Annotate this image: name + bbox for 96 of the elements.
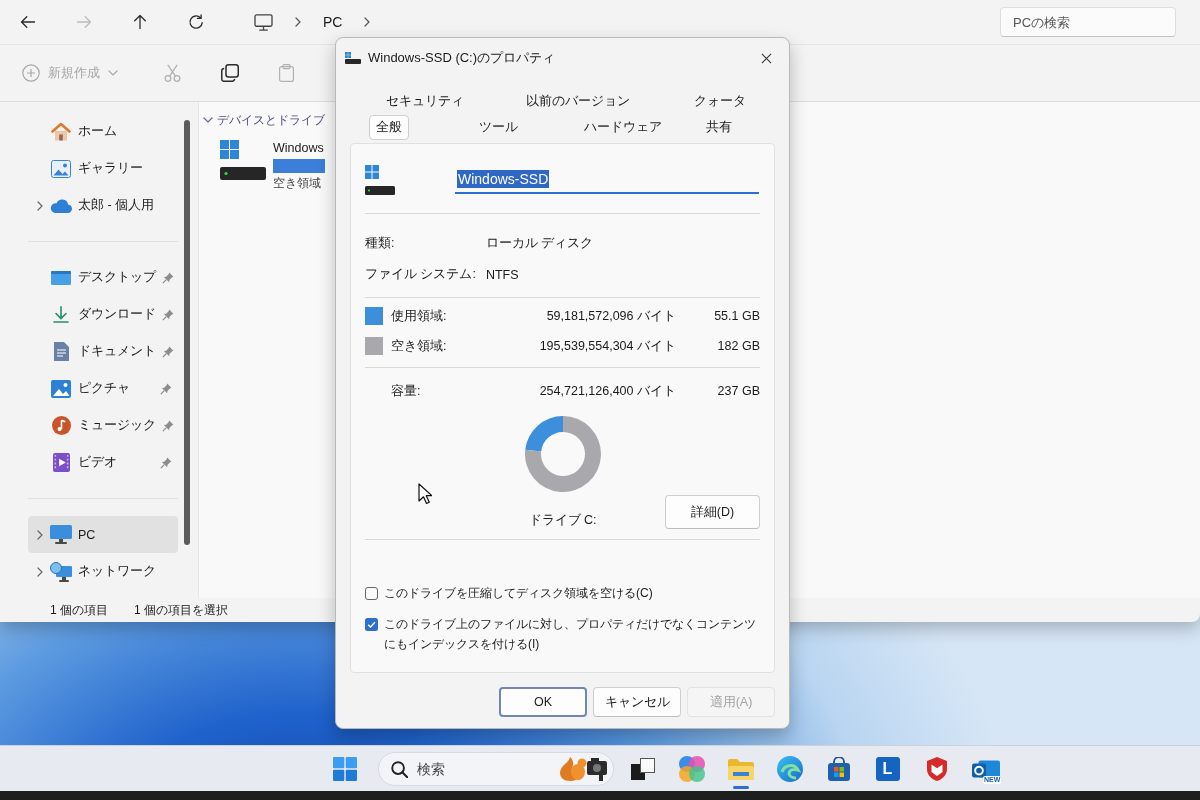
- sidebar-item[interactable]: ミュージック: [28, 407, 178, 444]
- chevron-down-icon: [108, 70, 118, 76]
- document-icon: [53, 342, 69, 361]
- byte-count: 195,539,554,304 バイト: [539, 337, 676, 355]
- checkbox-label: このドライブ上のファイルに対し、プロパティだけでなくコンテンツにもインデックスを付ける(I): [384, 616, 757, 653]
- dialog-title: Windows-SSD (C:)のプロパティ: [368, 49, 556, 67]
- chevron-down-icon: [203, 117, 213, 123]
- squirrel-icon: [559, 755, 608, 782]
- music-icon: [51, 416, 71, 435]
- field-label: 種類:: [365, 235, 395, 252]
- checkbox[interactable]: [365, 586, 378, 600]
- computer-icon: [50, 525, 72, 544]
- mouse-pointer-icon: [418, 483, 432, 505]
- byte-count: 254,721,126,400 バイト: [539, 382, 676, 400]
- chevron-right-icon[interactable]: [37, 200, 43, 211]
- refresh-icon[interactable]: [188, 14, 204, 30]
- sidebar-item[interactable]: ダウンロード: [28, 296, 178, 333]
- pin-icon[interactable]: [162, 419, 174, 432]
- pin-icon[interactable]: [162, 271, 174, 284]
- pin-icon[interactable]: [162, 308, 174, 321]
- cloud-icon: [50, 198, 72, 213]
- swirl-icon[interactable]: [776, 755, 803, 782]
- tab[interactable]: セキュリティ: [379, 88, 471, 114]
- sidebar-item[interactable]: 太郎 - 個人用: [28, 187, 178, 224]
- tab[interactable]: 以前のバージョン: [519, 88, 637, 114]
- usage-label: 使用領域:: [391, 307, 447, 325]
- tab[interactable]: 共有: [699, 114, 739, 140]
- chevron-right-icon[interactable]: [295, 17, 301, 27]
- byte-count: 59,181,572,096 バイト: [546, 307, 676, 325]
- checkbox-label: このドライブを圧縮してディスク領域を空ける(C): [384, 585, 653, 602]
- tab[interactable]: ハードウェア: [577, 114, 669, 140]
- status-text: 1 個の項目を選択: [134, 601, 229, 619]
- pin-icon[interactable]: [160, 456, 172, 469]
- field-value: NTFS: [485, 267, 519, 282]
- search-field[interactable]: PCの検索: [1000, 7, 1176, 37]
- pin-icon[interactable]: [160, 382, 172, 395]
- free-space-label: 空き領域: [273, 176, 321, 191]
- usage-label: 空き領域:: [391, 337, 447, 355]
- chevron-right-icon[interactable]: [37, 529, 43, 540]
- drive-name[interactable]: Windows: [273, 141, 324, 156]
- picture-icon: [51, 379, 71, 398]
- mail-app-icon[interactable]: [971, 759, 1000, 778]
- tab[interactable]: クォータ: [687, 88, 753, 114]
- tab[interactable]: 全般: [369, 114, 409, 140]
- size-value: 182 GB: [717, 339, 760, 353]
- letter-tile[interactable]: L: [875, 756, 900, 781]
- size-value: 55.1 GB: [714, 309, 760, 323]
- chevron-right-icon[interactable]: [37, 566, 43, 577]
- sidebar-item[interactable]: ドキュメント: [28, 333, 178, 370]
- network-icon: [50, 561, 72, 582]
- desktop-icon: [51, 270, 71, 285]
- gallery-icon: [51, 159, 71, 178]
- sidebar-item[interactable]: ホーム: [28, 113, 178, 150]
- sidebar-item[interactable]: ギャラリー: [28, 150, 178, 187]
- usage-bar: [273, 159, 325, 173]
- pin-icon[interactable]: [162, 345, 174, 358]
- size-value: 237 GB: [717, 384, 760, 398]
- shield-icon[interactable]: [926, 756, 947, 781]
- video-icon: [52, 453, 70, 472]
- copy-icon[interactable]: [221, 64, 239, 82]
- dialog-button[interactable]: キャンセル: [593, 687, 681, 717]
- four-squares-icon[interactable]: [333, 756, 357, 781]
- sidebar-item[interactable]: PC: [28, 516, 178, 553]
- drive-label: ドライブ C:: [528, 512, 597, 529]
- scrollbar-thumb[interactable]: [184, 120, 190, 545]
- status-text: 1 個の項目: [50, 601, 108, 619]
- up-arrow-icon[interactable]: [132, 14, 148, 30]
- monitor-icon[interactable]: [254, 13, 273, 31]
- dialog-button[interactable]: OK: [499, 687, 587, 717]
- back-arrow-icon[interactable]: [20, 14, 36, 30]
- tab[interactable]: ツール: [472, 114, 525, 140]
- capacity-label: 容量:: [391, 382, 421, 400]
- sidebar-item[interactable]: デスクトップ: [28, 259, 178, 296]
- download-icon: [53, 306, 69, 323]
- home-icon: [51, 122, 71, 141]
- search-icon: [391, 760, 408, 778]
- checkbox[interactable]: [365, 617, 378, 631]
- sidebar-item[interactable]: ピクチャ: [28, 370, 178, 407]
- folder-icon[interactable]: [727, 757, 754, 780]
- task-view-icon[interactable]: [630, 757, 655, 780]
- sidebar-item[interactable]: ネットワーク: [28, 553, 178, 590]
- drive-icon[interactable]: [220, 140, 266, 180]
- group-header[interactable]: デバイスとドライブ: [203, 112, 325, 128]
- close-icon[interactable]: [760, 52, 772, 64]
- chevron-right-icon[interactable]: [364, 17, 371, 27]
- breadcrumb-link[interactable]: PC: [323, 14, 343, 30]
- drive-name-field[interactable]: Windows-SSD: [455, 166, 759, 194]
- sidebar-item[interactable]: ビデオ: [28, 444, 178, 481]
- field-label: ファイル システム:: [365, 266, 476, 283]
- plus-icon: [22, 64, 40, 82]
- overlapping-circles-icon[interactable]: [678, 755, 705, 782]
- details-button[interactable]: 詳細(D): [665, 495, 760, 529]
- drive-icon: [365, 165, 395, 195]
- field-value: ローカル ディスク: [485, 235, 594, 252]
- drive-icon: [345, 52, 361, 64]
- shopping-bag-icon[interactable]: [826, 756, 851, 781]
